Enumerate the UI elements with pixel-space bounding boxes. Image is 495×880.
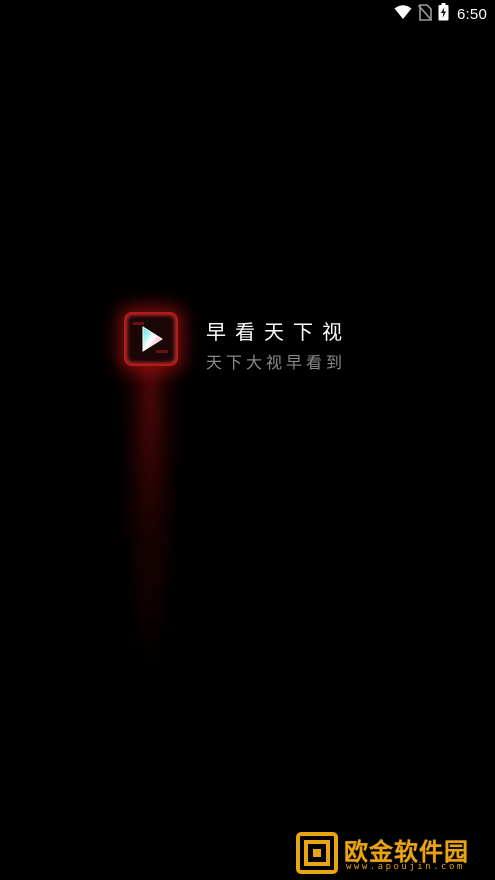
logo-glow-trail: [120, 350, 180, 670]
app-title: 早看天下视: [206, 320, 351, 344]
play-icon: [133, 322, 168, 353]
status-time: 6:50: [457, 5, 487, 23]
status-icons: 6:50: [394, 3, 487, 25]
no-sim-icon: [417, 3, 433, 25]
wifi-icon: [394, 4, 412, 24]
battery-charging-icon: [438, 3, 449, 25]
app-slogan: 天下大视早看到: [206, 353, 347, 372]
status-bar: 6:50: [0, 0, 495, 28]
watermark-logo-icon: [296, 832, 338, 874]
watermark-url: www.apoujin.com: [346, 862, 465, 872]
watermark: 欧金软件园 www.apoujin.com: [296, 830, 492, 876]
app-logo: [124, 312, 178, 366]
